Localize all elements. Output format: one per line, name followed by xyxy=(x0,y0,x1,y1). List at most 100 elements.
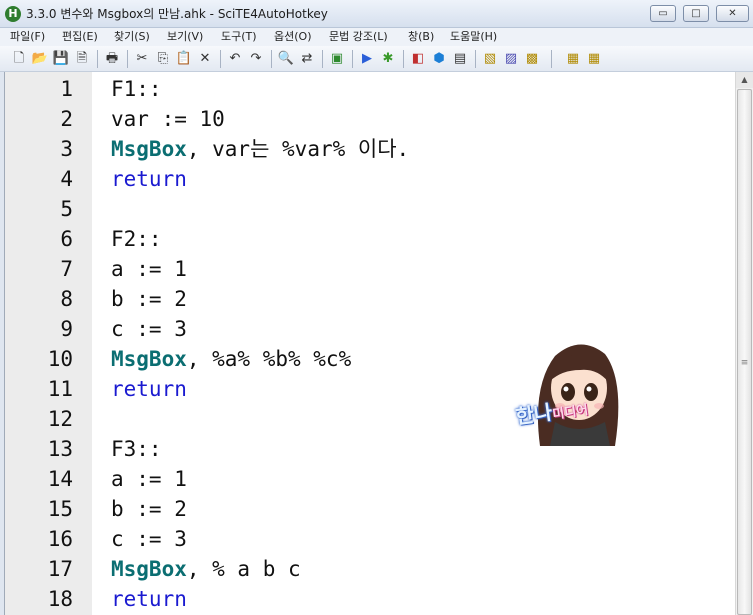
code-line[interactable]: 15 b := 2 xyxy=(5,494,735,524)
code-line[interactable]: 18 return xyxy=(5,584,735,614)
code-line[interactable]: 2 var := 10 xyxy=(5,104,735,134)
toolbar-separator xyxy=(322,50,323,68)
menu-search[interactable]: 찾기(S) xyxy=(114,29,150,45)
line-number: 12 xyxy=(47,407,73,431)
line-number: 5 xyxy=(60,197,73,221)
code-line[interactable]: 17 MsgBox, % a b c xyxy=(5,554,735,584)
print-icon[interactable]: 🖶 xyxy=(103,50,121,68)
scrollbar-thumb[interactable]: ≡ xyxy=(737,89,752,615)
tool-b-icon[interactable]: ▦ xyxy=(585,50,603,68)
debug-icon[interactable]: ✱ xyxy=(379,50,397,68)
autohotkey-app-icon[interactable]: H xyxy=(5,6,21,22)
code-text[interactable]: a := 1 xyxy=(111,464,187,494)
code-text[interactable]: MsgBox, % a b c xyxy=(111,554,301,584)
compile-icon[interactable]: ▣ xyxy=(328,50,346,68)
script-list-icon[interactable]: ▩ xyxy=(523,50,541,68)
save-icon[interactable]: 💾 xyxy=(52,50,70,68)
vertical-scrollbar[interactable]: ▲ ≡ xyxy=(735,72,753,615)
toolbar-separator xyxy=(403,50,404,68)
code-line[interactable]: 5 xyxy=(5,194,735,224)
code-line[interactable]: 16 c := 3 xyxy=(5,524,735,554)
code-text[interactable]: var := 10 xyxy=(111,104,225,134)
code-text[interactable]: return xyxy=(111,374,187,404)
line-number: 3 xyxy=(60,137,73,161)
code-line[interactable]: 14 a := 1 xyxy=(5,464,735,494)
tool-a-icon[interactable]: ▦ xyxy=(564,50,582,68)
code-line[interactable]: 3 MsgBox, var는 %var% 이다. xyxy=(5,134,735,164)
return-keyword: return xyxy=(111,167,187,191)
code-text[interactable]: F2:: xyxy=(111,224,162,254)
paste-icon[interactable]: 📋 xyxy=(175,50,193,68)
undo-icon[interactable]: ↶ xyxy=(226,50,244,68)
toolbar-separator xyxy=(127,50,128,68)
code-token: c := 3 xyxy=(111,317,187,341)
line-number: 2 xyxy=(60,107,73,131)
command-keyword: MsgBox xyxy=(111,137,187,161)
code-text[interactable]: a := 1 xyxy=(111,254,187,284)
menu-syntax-highlighting[interactable]: 문법 강조(L) xyxy=(329,29,388,45)
code-line[interactable]: 1 F1:: xyxy=(5,74,735,104)
maximize-button[interactable]: □ xyxy=(683,5,709,22)
scrollbar-grip-icon: ≡ xyxy=(740,358,749,368)
code-text[interactable]: MsgBox, %a% %b% %c% xyxy=(111,344,351,374)
menu-tools[interactable]: 도구(T) xyxy=(221,29,257,45)
new-file-icon[interactable]: 🗋 xyxy=(10,50,28,68)
replace-icon[interactable]: ⇄ xyxy=(298,50,316,68)
scroll-up-icon[interactable]: ▲ xyxy=(736,72,753,88)
toolbar-separator xyxy=(220,50,221,68)
line-number: 17 xyxy=(47,557,73,581)
script-edit-icon[interactable]: ▨ xyxy=(502,50,520,68)
line-number: 4 xyxy=(60,167,73,191)
line-number: 16 xyxy=(47,527,73,551)
copy-icon[interactable]: ⎘ xyxy=(154,50,172,68)
code-line[interactable]: 6 F2:: xyxy=(5,224,735,254)
line-number: 7 xyxy=(60,257,73,281)
code-text[interactable]: c := 3 xyxy=(111,524,187,554)
find-icon[interactable]: 🔍 xyxy=(277,50,295,68)
menu-file[interactable]: 파일(F) xyxy=(10,29,45,45)
window-title: 3.3.0 변수와 Msgbox의 만남.ahk - SciTE4AutoHot… xyxy=(26,7,328,21)
menu-view[interactable]: 보기(V) xyxy=(167,29,203,45)
title-bar: H 3.3.0 변수와 Msgbox의 만남.ahk - SciTE4AutoH… xyxy=(0,0,753,28)
code-text[interactable]: return xyxy=(111,584,187,614)
code-token: a := 1 xyxy=(111,257,187,281)
minimize-button[interactable]: ▭ xyxy=(650,5,676,22)
code-text[interactable]: b := 2 xyxy=(111,494,187,524)
code-text[interactable]: b := 2 xyxy=(111,284,187,314)
redo-icon[interactable]: ↷ xyxy=(247,50,265,68)
code-token: F1:: xyxy=(111,77,162,101)
cut-icon[interactable]: ✂ xyxy=(133,50,151,68)
code-text[interactable]: MsgBox, var는 %var% 이다. xyxy=(111,134,409,164)
watermark-main-text: 한나 xyxy=(514,399,554,429)
code-token: F2:: xyxy=(111,227,162,251)
open-folder-icon[interactable]: 📂 xyxy=(31,50,49,68)
delete-icon[interactable]: ✕ xyxy=(196,50,214,68)
run-icon[interactable]: ▶ xyxy=(358,50,376,68)
menu-window[interactable]: 창(B) xyxy=(408,29,434,45)
script-icon[interactable]: ▧ xyxy=(481,50,499,68)
minimize-icon: ▭ xyxy=(658,8,668,19)
return-keyword: return xyxy=(111,587,187,611)
cube-icon[interactable]: ⬢ xyxy=(430,50,448,68)
line-number: 11 xyxy=(47,377,73,401)
code-line[interactable]: 4 return xyxy=(5,164,735,194)
save-as-icon[interactable]: 🗎 xyxy=(73,50,91,68)
code-text[interactable]: F1:: xyxy=(111,74,162,104)
window-spy-icon[interactable]: ◧ xyxy=(409,50,427,68)
menu-edit[interactable]: 편집(E) xyxy=(62,29,98,45)
code-line[interactable]: 7 a := 1 xyxy=(5,254,735,284)
menu-options[interactable]: 옵션(O) xyxy=(274,29,311,45)
code-token: b := 2 xyxy=(111,287,187,311)
toolbar-separator xyxy=(97,50,98,68)
line-number: 9 xyxy=(60,317,73,341)
code-text[interactable]: c := 3 xyxy=(111,314,187,344)
code-text[interactable]: return xyxy=(111,164,187,194)
menu-help[interactable]: 도움말(H) xyxy=(450,29,497,45)
line-number: 13 xyxy=(47,437,73,461)
code-line[interactable]: 8 b := 2 xyxy=(5,284,735,314)
console-icon[interactable]: ▤ xyxy=(451,50,469,68)
code-token: , %a% %b% %c% xyxy=(186,347,352,371)
code-text[interactable]: F3:: xyxy=(111,434,162,464)
code-token: c := 3 xyxy=(111,527,187,551)
close-button[interactable]: ✕ xyxy=(716,5,749,22)
